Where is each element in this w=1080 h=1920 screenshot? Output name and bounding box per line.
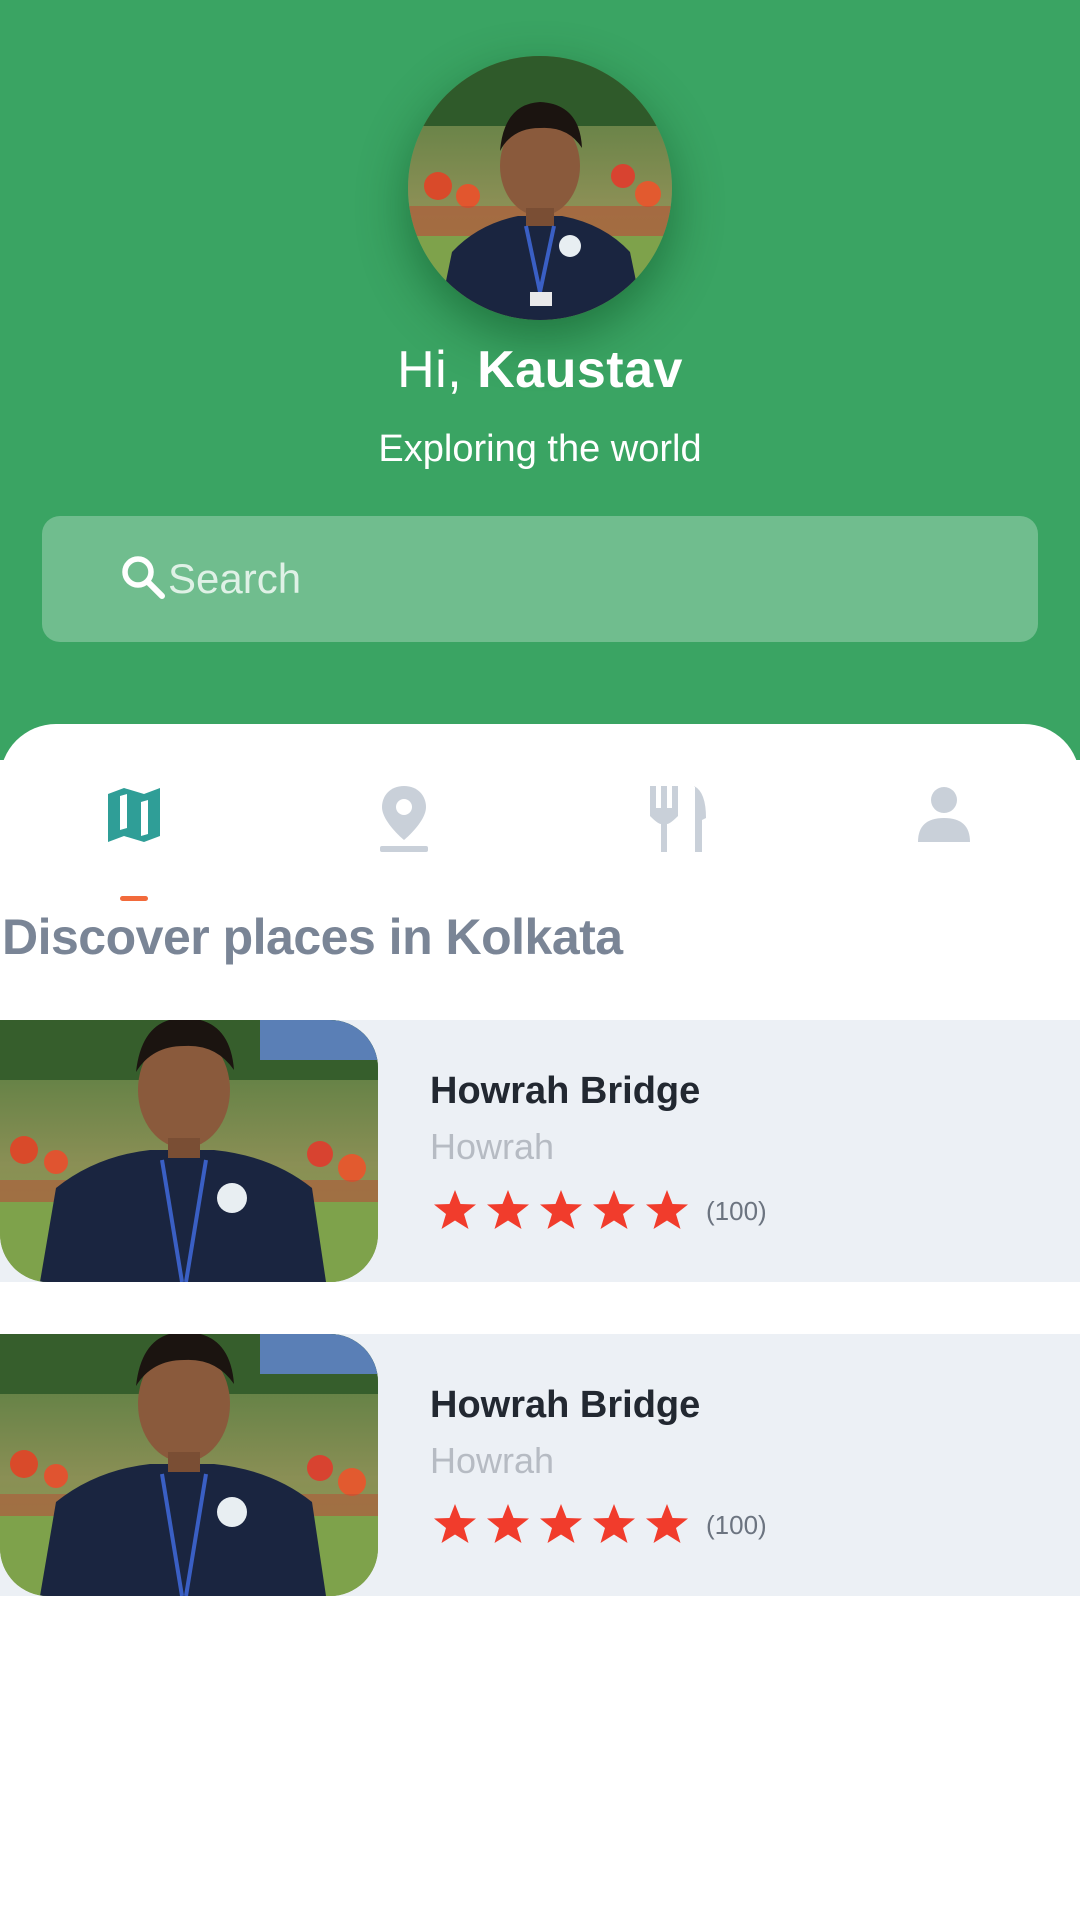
place-image bbox=[0, 1334, 378, 1596]
search-bar[interactable] bbox=[42, 516, 1038, 642]
user-name: Kaustav bbox=[477, 341, 683, 399]
tab-profile[interactable] bbox=[884, 764, 1004, 884]
star-icon bbox=[646, 1190, 688, 1229]
tab-map[interactable] bbox=[74, 764, 194, 884]
place-location: Howrah bbox=[430, 1126, 555, 1167]
header: Hi, Kaustav Exploring the world bbox=[0, 0, 1080, 760]
star-icon bbox=[540, 1190, 582, 1229]
star-icon bbox=[540, 1504, 582, 1543]
review-count: (100) bbox=[706, 1196, 767, 1226]
place-image bbox=[0, 1020, 378, 1282]
tab-bar bbox=[0, 764, 1080, 884]
avatar-photo bbox=[408, 56, 672, 320]
search-input[interactable] bbox=[168, 538, 988, 620]
place-name: Howrah Bridge bbox=[430, 1070, 701, 1112]
greeting-prefix: Hi, bbox=[397, 341, 478, 399]
review-count: (100) bbox=[706, 1510, 767, 1540]
tab-place[interactable] bbox=[344, 764, 464, 884]
person-icon bbox=[918, 787, 970, 842]
star-icon bbox=[593, 1504, 635, 1543]
star-icon bbox=[434, 1504, 476, 1543]
greeting: Hi, Kaustav bbox=[0, 340, 1080, 400]
content-sheet: Discover places in Kolkata Howrah Bridge… bbox=[0, 724, 1080, 1920]
section-title: Discover places in Kolkata bbox=[2, 909, 623, 965]
star-icon bbox=[487, 1190, 529, 1229]
search-icon bbox=[122, 556, 165, 599]
star-icon bbox=[487, 1504, 529, 1543]
place-card[interactable]: Howrah Bridge Howrah (100) bbox=[0, 1020, 1080, 1282]
avatar[interactable] bbox=[408, 56, 672, 320]
place-location: Howrah bbox=[430, 1440, 555, 1481]
place-name: Howrah Bridge bbox=[430, 1384, 701, 1426]
location-pin-icon bbox=[380, 786, 428, 852]
place-card[interactable]: Howrah Bridge Howrah (100) bbox=[0, 1334, 1080, 1596]
fork-knife-icon bbox=[650, 786, 706, 852]
active-tab-indicator bbox=[120, 896, 148, 901]
tab-food[interactable] bbox=[616, 764, 736, 884]
star-icon bbox=[646, 1504, 688, 1543]
star-icon bbox=[434, 1190, 476, 1229]
map-icon bbox=[108, 788, 160, 842]
tagline: Exploring the world bbox=[378, 428, 702, 470]
star-icon bbox=[593, 1190, 635, 1229]
